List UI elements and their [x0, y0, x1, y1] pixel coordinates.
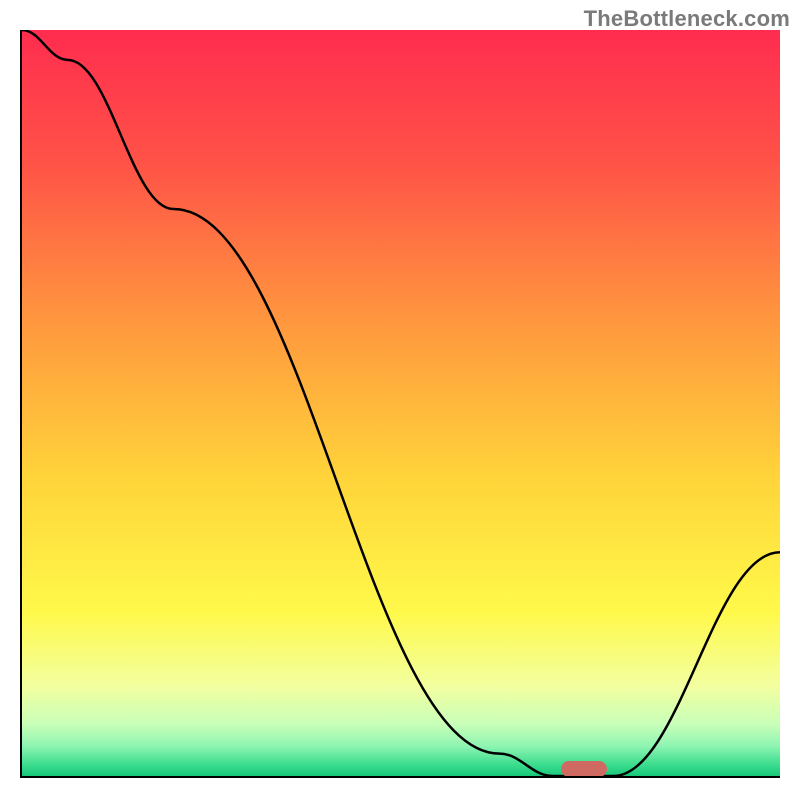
bottleneck-curve: [22, 30, 780, 776]
watermark-text: TheBottleneck.com: [584, 6, 790, 32]
optimum-marker: [561, 761, 607, 777]
plot-area: [20, 30, 780, 778]
